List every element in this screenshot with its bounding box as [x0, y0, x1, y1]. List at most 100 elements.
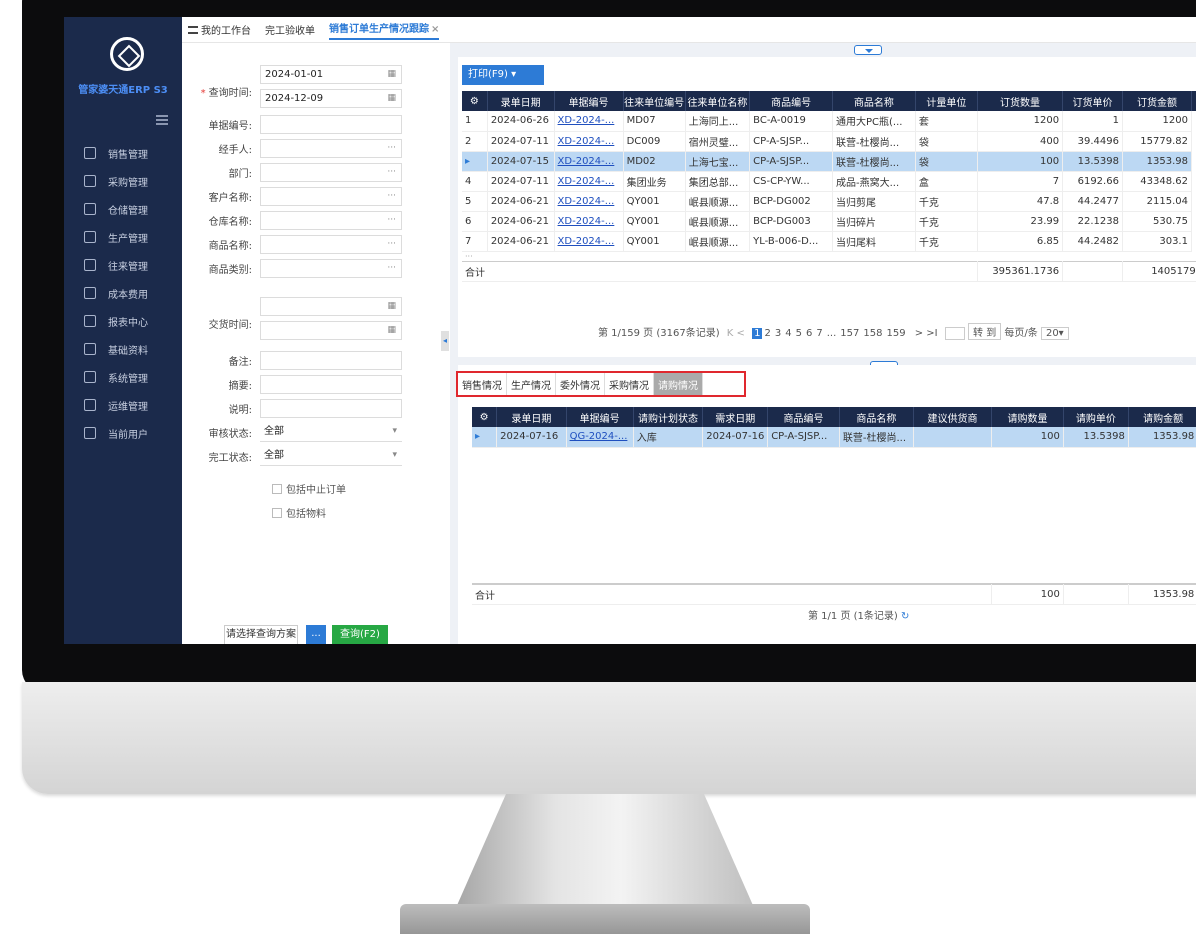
checkbox-box[interactable] [272, 507, 282, 518]
select-dots[interactable]: ··· [387, 236, 396, 253]
panel-splitter-handle[interactable]: ◂ [441, 331, 449, 351]
pager-page[interactable]: 158 [861, 328, 884, 339]
select-dots[interactable]: ··· [387, 188, 396, 205]
column-header[interactable]: 建议供货商 [913, 407, 993, 427]
category-input[interactable]: ··· [260, 259, 402, 278]
column-header[interactable]: 请购数量 [991, 407, 1064, 427]
dept-input[interactable]: ··· [260, 163, 402, 182]
table-row[interactable]: 4 2024-07-11 XD-2024-... 集团业务 集团总部... CS-CP-Y… [462, 171, 1196, 192]
sidebar-item-9[interactable]: 运维管理 [64, 391, 182, 419]
column-header[interactable]: 请购金额 [1128, 407, 1196, 427]
select-dots[interactable]: ··· [387, 164, 396, 181]
select-dots[interactable]: ··· [387, 212, 396, 229]
column-header[interactable]: 商品编号 [767, 407, 840, 427]
remark-input[interactable] [260, 351, 402, 370]
warehouse-input[interactable]: ··· [260, 211, 402, 230]
filter-icon[interactable] [188, 25, 198, 34]
sidebar-item-7[interactable]: 基础资料 [64, 335, 182, 363]
pager-page[interactable]: 6 [804, 328, 814, 339]
pager-page[interactable]: 2 [762, 328, 772, 339]
pager-goto-button[interactable]: 转 到 [968, 323, 1002, 340]
date-to-input[interactable]: 2024-12-09 ▦ [260, 89, 402, 108]
table-cell[interactable]: XD-2024-... [554, 171, 624, 192]
sidebar-item-10[interactable]: 当前用户 [64, 419, 182, 447]
column-header[interactable]: 商品名称 [839, 407, 914, 427]
note-input[interactable] [260, 399, 402, 418]
tab-sales-order-tracking[interactable]: 销售订单生产情况跟踪 × [329, 20, 440, 40]
query-button[interactable]: 查询(F2) [332, 625, 388, 644]
pager-page-input[interactable] [944, 327, 965, 340]
pager-prev-button[interactable]: K < [727, 328, 745, 339]
collapse-toggle[interactable] [854, 45, 882, 55]
doc-no-input[interactable] [260, 115, 402, 134]
column-header[interactable]: 录单日期 [487, 91, 555, 111]
column-header[interactable]: 请购单价 [1063, 407, 1129, 427]
column-header[interactable]: 需求日期 [702, 407, 769, 427]
finish-select[interactable]: 全部 ▾ [260, 447, 402, 466]
include-material-checkbox[interactable]: 包括物料 [272, 505, 326, 520]
tab-workbench[interactable]: 我的工作台 [201, 22, 251, 37]
table-row[interactable]: 5 2024-06-21 XD-2024-... QY001 岷县顺源... BCP-DG… [462, 191, 1196, 212]
sidebar-item-2[interactable]: 仓储管理 [64, 195, 182, 223]
table-cell[interactable]: XD-2024-... [554, 151, 624, 172]
query-scheme-button[interactable]: 请选择查询方案▾ [224, 625, 298, 644]
pager-page[interactable]: 1 [752, 328, 763, 339]
column-header[interactable]: 商品编号 [749, 91, 833, 111]
print-button[interactable]: 打印(F9) ▾ [462, 65, 544, 85]
table-row[interactable]: ▸ 2024-07-16 QG-2024-... 入库 2024-07-16 CP-A-S… [472, 427, 1196, 448]
column-header[interactable]: 订货数量 [977, 91, 1064, 111]
summary-input[interactable] [260, 375, 402, 394]
pager-next-button[interactable]: > >I [915, 328, 938, 339]
select-dots[interactable]: ··· [387, 140, 396, 157]
sidebar-item-4[interactable]: 往来管理 [64, 251, 182, 279]
tab-close-icon[interactable]: × [431, 24, 439, 35]
sidebar-item-8[interactable]: 系统管理 [64, 363, 182, 391]
select-dots[interactable]: ··· [387, 260, 396, 277]
column-header[interactable]: 计量单位 [915, 91, 978, 111]
audit-select[interactable]: 全部 ▾ [260, 423, 402, 442]
table-cell[interactable]: XD-2024-... [554, 131, 624, 152]
sidebar-item-0[interactable]: 销售管理 [64, 139, 182, 167]
include-stopped-checkbox[interactable]: 包括中止订单 [272, 481, 346, 496]
customer-input[interactable]: ··· [260, 187, 402, 206]
column-header[interactable]: 往来单位编号 [623, 91, 686, 111]
pager-page[interactable]: 159 [884, 328, 907, 339]
pager-page[interactable]: 4 [783, 328, 793, 339]
column-settings-icon[interactable]: ⚙ [462, 91, 488, 111]
pager-page[interactable]: ... [825, 328, 839, 339]
column-header[interactable]: 录单日期 [496, 407, 567, 427]
calendar-icon[interactable]: ▦ [387, 90, 396, 107]
column-header[interactable]: 订货单价 [1062, 91, 1123, 111]
column-header[interactable]: 请购计划状态 [633, 407, 704, 427]
table-row[interactable]: ▸ 2024-07-15 XD-2024-... MD02 上海七宝... CP-A-SJ… [462, 151, 1196, 172]
table-cell[interactable]: QG-2024-... [566, 427, 634, 448]
refresh-icon[interactable]: ↻ [901, 611, 909, 622]
table-cell[interactable]: XD-2024-... [554, 231, 624, 252]
pager-page[interactable]: 3 [773, 328, 783, 339]
column-header[interactable]: 单据编号 [554, 91, 624, 111]
tab-completion-acceptance[interactable]: 完工验收单 [265, 22, 315, 37]
pager-page[interactable]: 5 [794, 328, 804, 339]
table-row[interactable]: 2 2024-07-11 XD-2024-... DC009 宿州灵璧... CP-A-S… [462, 131, 1196, 152]
product-input[interactable]: ··· [260, 235, 402, 254]
sidebar-item-1[interactable]: 采购管理 [64, 167, 182, 195]
sidebar-item-5[interactable]: 成本费用 [64, 279, 182, 307]
table-cell[interactable]: XD-2024-... [554, 191, 624, 212]
column-header[interactable]: 订货 [1191, 91, 1196, 111]
scheme-more-button[interactable]: ... [306, 625, 326, 644]
sidebar-item-3[interactable]: 生产管理 [64, 223, 182, 251]
calendar-icon[interactable]: ▦ [387, 322, 396, 339]
table-row[interactable]: 6 2024-06-21 XD-2024-... QY001 岷县顺源... BCP-DG… [462, 211, 1196, 232]
table-row[interactable]: 7 2024-06-21 XD-2024-... QY001 岷县顺源... YL-B-0… [462, 231, 1196, 252]
pager-page[interactable]: 7 [814, 328, 824, 339]
pager-per-page-select[interactable]: 20▾ [1040, 327, 1069, 340]
column-header[interactable]: 订货金额 [1122, 91, 1192, 111]
column-header[interactable]: 单据编号 [566, 407, 634, 427]
delivery-to-input[interactable]: ▦ [260, 321, 402, 340]
checkbox-box[interactable] [272, 483, 282, 494]
menu-collapse-icon[interactable] [156, 115, 168, 125]
handler-input[interactable]: ··· [260, 139, 402, 158]
column-header[interactable]: 往来单位名称 [685, 91, 751, 111]
table-cell[interactable]: XD-2024-... [554, 111, 624, 132]
pager-page[interactable]: 157 [838, 328, 861, 339]
